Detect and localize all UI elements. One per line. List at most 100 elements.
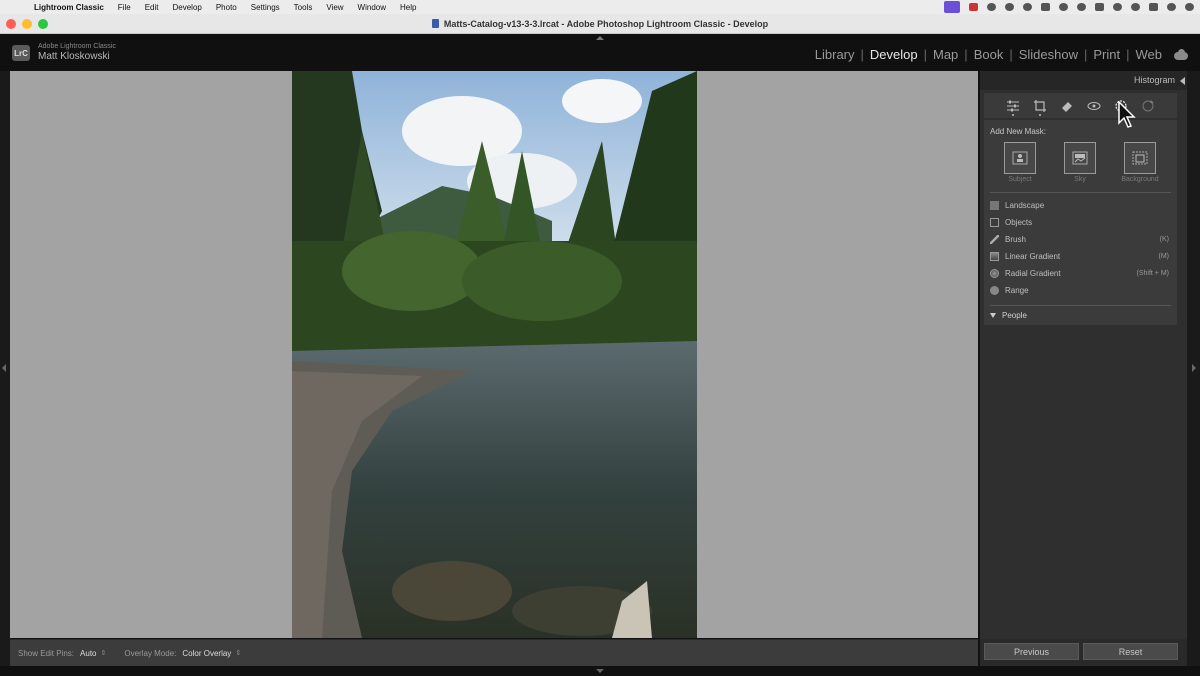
photo-preview[interactable] (292, 71, 697, 638)
mask-item-label: Linear Gradient (1005, 251, 1061, 261)
divider (990, 305, 1171, 306)
sync-icon[interactable] (1005, 3, 1014, 11)
chevron-updown-icon[interactable]: ⇕ (235, 649, 241, 657)
sky-label: Sky (1074, 176, 1086, 183)
menu-tools[interactable]: Tools (294, 3, 313, 12)
menu-window[interactable]: Window (358, 3, 386, 12)
range-icon (990, 285, 999, 295)
shortcut-hint: (K) (1159, 235, 1169, 243)
brightness-icon[interactable] (987, 3, 996, 11)
previous-button[interactable]: Previous (984, 643, 1079, 660)
module-separator: | (860, 47, 864, 62)
search-icon[interactable] (1131, 3, 1140, 11)
window-title: Matts-Catalog-v13-3-3.lrcat - Adobe Phot… (443, 18, 769, 29)
product-name: Adobe Lightroom Classic (38, 43, 116, 50)
select-sky-button[interactable] (1064, 142, 1096, 174)
module-slideshow[interactable]: Slideshow (1019, 47, 1078, 62)
module-web[interactable]: Web (1136, 47, 1163, 62)
document-icon (431, 19, 439, 28)
add-new-mask-label: Add New Mask: (990, 127, 1047, 136)
people-section[interactable]: People (990, 311, 1027, 320)
minimize-window-button[interactable] (22, 19, 32, 29)
window-titlebar: Matts-Catalog-v13-3-3.lrcat - Adobe Phot… (0, 14, 1200, 34)
brush-icon (990, 234, 999, 244)
zoom-window-button[interactable] (38, 19, 48, 29)
module-book[interactable]: Book (974, 47, 1004, 62)
masking-panel: Add New Mask: Subject Sky Background Lan… (984, 120, 1177, 325)
mask-item-label: Range (1005, 285, 1029, 295)
module-print[interactable]: Print (1093, 47, 1120, 62)
collapse-top-panel-icon[interactable] (596, 36, 604, 40)
collapse-right-panel-icon[interactable] (1192, 364, 1196, 372)
select-subject-button[interactable] (1004, 142, 1036, 174)
mask-item-landscape[interactable]: Landscape (990, 198, 1171, 212)
overlay-mode-select[interactable]: Color Overlay (182, 649, 231, 658)
subject-label: Subject (1008, 176, 1032, 183)
edit-sliders-icon[interactable] (1006, 99, 1020, 116)
mask-item-range[interactable]: Range (990, 283, 1171, 297)
window-controls (6, 19, 48, 29)
identity-plate-bar: LrC Adobe Lightroom Classic Matt Kloskow… (0, 35, 1200, 70)
expand-filmstrip-icon[interactable] (596, 669, 604, 673)
red-eye-icon[interactable] (1087, 99, 1101, 113)
user-name: Matt Kloskowski (38, 51, 110, 62)
mask-item-radial-gradient[interactable]: Radial Gradient (Shift + M) (990, 266, 1171, 280)
mask-item-label: Brush (1005, 234, 1026, 244)
shortcut-hint: (Shift + M) (1136, 269, 1169, 277)
right-panel: Histogram Add New Mask: Subject Sky Back… (980, 71, 1187, 666)
histogram-header[interactable]: Histogram (980, 71, 1187, 90)
chevron-updown-icon[interactable]: ⇕ (101, 649, 107, 657)
wifi-icon[interactable] (1113, 3, 1122, 11)
menu-app-name[interactable]: Lightroom Classic (34, 3, 104, 12)
disclosure-triangle-icon[interactable] (990, 313, 996, 318)
mask-item-label: Landscape (1005, 200, 1045, 210)
background-icon (1132, 151, 1148, 165)
mask-item-brush[interactable]: Brush (K) (990, 232, 1171, 246)
module-picker: Library | Develop | Map | Book | Slideshow | … (815, 47, 1162, 62)
preset-reset-icon[interactable] (1141, 99, 1155, 113)
select-background-button[interactable] (1124, 142, 1156, 174)
mask-item-objects[interactable]: Objects (990, 215, 1171, 229)
edit-pins-select[interactable]: Auto (80, 649, 96, 658)
divider (990, 192, 1171, 193)
cloud-sync-icon[interactable] (1174, 49, 1188, 60)
module-develop[interactable]: Develop (870, 47, 918, 62)
tool-indicator (1039, 113, 1041, 116)
notification-icon[interactable] (1185, 3, 1194, 11)
right-panel-footer: Previous Reset (980, 639, 1187, 666)
siri-icon[interactable] (1167, 3, 1176, 11)
module-library[interactable]: Library (815, 47, 855, 62)
module-separator: | (923, 47, 927, 62)
mask-item-label: Radial Gradient (1005, 268, 1061, 278)
close-window-button[interactable] (6, 19, 16, 29)
clock-icon[interactable] (1077, 3, 1086, 11)
module-separator: | (964, 47, 968, 62)
control-center-icon[interactable] (1149, 3, 1158, 11)
reset-button[interactable]: Reset (1083, 643, 1178, 660)
menu-edit[interactable]: Edit (145, 3, 159, 12)
mask-item-linear-gradient[interactable]: Linear Gradient (M) (990, 249, 1171, 263)
crop-icon[interactable] (1033, 99, 1047, 116)
menu-view[interactable]: View (326, 3, 343, 12)
menu-file[interactable]: File (118, 3, 131, 12)
tool-indicator (1012, 113, 1014, 116)
menu-develop[interactable]: Develop (172, 3, 201, 12)
menu-settings[interactable]: Settings (251, 3, 280, 12)
screen-record-icon[interactable] (944, 1, 960, 13)
image-canvas[interactable] (10, 71, 978, 638)
app-status-icon[interactable] (969, 3, 978, 11)
creative-cloud-icon[interactable] (1023, 3, 1032, 11)
menu-photo[interactable]: Photo (216, 3, 237, 12)
expand-left-panel-icon[interactable] (2, 364, 6, 372)
play-icon[interactable] (1059, 3, 1068, 11)
battery-icon[interactable] (1095, 3, 1104, 11)
menu-help[interactable]: Help (400, 3, 416, 12)
edit-pins-label: Show Edit Pins: (18, 648, 75, 658)
healing-icon[interactable] (1060, 99, 1074, 113)
histogram-label: Histogram (1133, 75, 1175, 85)
expand-histogram-icon[interactable] (1180, 77, 1185, 85)
app-badge-icon[interactable] (1041, 3, 1050, 11)
module-map[interactable]: Map (933, 47, 958, 62)
mouse-cursor-icon (1118, 101, 1136, 128)
shortcut-hint: (M) (1158, 252, 1170, 260)
